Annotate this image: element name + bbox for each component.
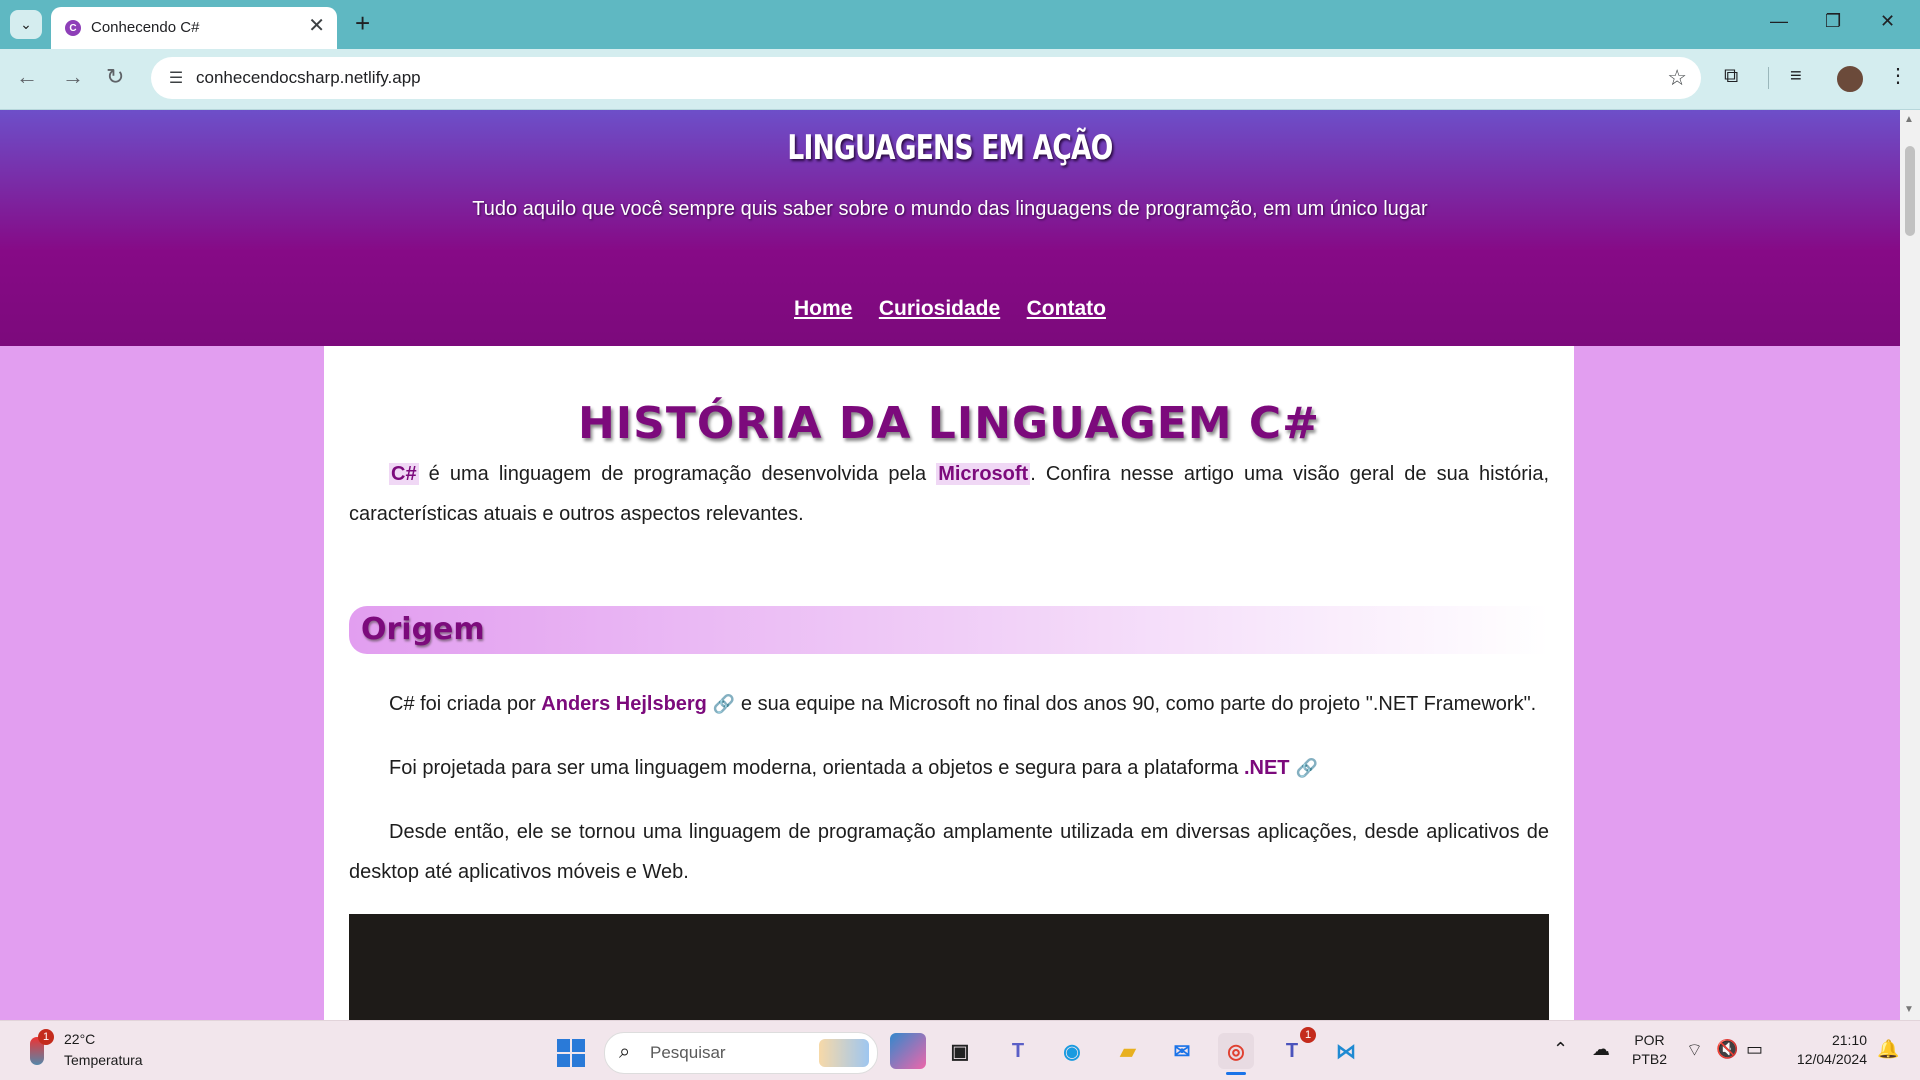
bookmark-star-icon[interactable]: ☆ xyxy=(1667,65,1687,91)
clock-date: 12/04/2024 xyxy=(1796,1051,1867,1067)
more-menu-icon[interactable]: ⋮ xyxy=(1888,63,1908,89)
dotnet-link[interactable]: .NET xyxy=(1244,757,1290,779)
section-heading-origem: Origem xyxy=(349,606,1549,654)
extensions-puzzle-icon[interactable]: ⧉ xyxy=(1724,63,1738,89)
site-favicon-icon: C xyxy=(65,20,81,36)
restore-window-button[interactable]: ❐ xyxy=(1825,11,1841,31)
origin-paragraph-1: C# foi criada por Anders Hejlsberg 🔗 e su… xyxy=(349,684,1549,724)
start-windows-icon[interactable] xyxy=(557,1039,585,1067)
keyword-microsoft: Microsoft xyxy=(936,463,1031,485)
notification-bell-icon[interactable]: 🔔 xyxy=(1877,1039,1899,1060)
browser-tab-bar: ⌄ C Conhecendo C# ✕ + — ❐ ✕ xyxy=(0,0,1920,49)
chevron-down-icon: ⌄ xyxy=(20,16,32,32)
media-queue-icon[interactable]: ≡ xyxy=(1790,63,1802,89)
p2-text-1: Foi projetada para ser uma linguagem mod… xyxy=(389,757,1244,779)
tab-search-button[interactable]: ⌄ xyxy=(10,10,42,39)
site-info-icon[interactable]: ☰ xyxy=(165,67,187,89)
search-placeholder: Pesquisar xyxy=(650,1043,726,1062)
search-icon: ⌕ xyxy=(619,1041,631,1063)
weather-label[interactable]: Temperatura xyxy=(64,1052,143,1068)
active-app-indicator xyxy=(1226,1072,1246,1075)
browser-toolbar: ← → ↻ ☰ conhecendocsharp.netlify.app ☆ ⧉… xyxy=(0,49,1920,110)
tab-title: Conhecendo C# xyxy=(91,19,200,36)
show-hidden-icons-chevron-icon[interactable]: ⌃ xyxy=(1553,1039,1568,1060)
volume-muted-icon[interactable]: 🔇 xyxy=(1716,1039,1738,1060)
back-arrow-icon[interactable]: ← xyxy=(16,65,38,89)
wifi-icon[interactable]: ⌔ xyxy=(1686,1039,1703,1062)
url-text[interactable]: conhecendocsharp.netlify.app xyxy=(196,68,421,88)
system-clock[interactable]: 21:10 12/04/2024 xyxy=(1785,1031,1867,1069)
link-icon[interactable]: 🔗 xyxy=(1296,758,1318,778)
article-title: HISTÓRIA DA LINGUAGEM C# xyxy=(577,398,1321,449)
nav-link-curiosidade[interactable]: Curiosidade xyxy=(879,297,1000,320)
minimize-window-button[interactable]: — xyxy=(1770,11,1788,31)
site-nav: Home Curiosidade Contato xyxy=(0,297,1900,321)
nav-link-contato[interactable]: Contato xyxy=(1027,297,1106,320)
keyboard-layout: PTB2 xyxy=(1632,1051,1668,1067)
close-tab-icon[interactable]: ✕ xyxy=(308,16,325,36)
intro-text-1: é uma linguagem de programação desenvolv… xyxy=(418,463,937,485)
weather-temperature[interactable]: 22°C xyxy=(64,1031,95,1047)
taskbar-search[interactable]: ⌕ Pesquisar xyxy=(604,1032,878,1074)
battery-icon[interactable]: ▭ xyxy=(1746,1039,1763,1060)
teams-badge: 1 xyxy=(1300,1027,1316,1043)
address-bar[interactable]: ☰ conhecendocsharp.netlify.app ☆ xyxy=(151,57,1701,99)
onedrive-icon[interactable]: ☁ xyxy=(1592,1039,1610,1060)
input-language[interactable]: POR PTB2 xyxy=(1632,1031,1667,1069)
anders-hejlsberg-link[interactable]: Anders Hejlsberg xyxy=(541,693,707,715)
origin-paragraph-3: Desde então, ele se tornou uma linguagem… xyxy=(349,821,1549,883)
profile-avatar[interactable] xyxy=(1835,64,1865,94)
file-explorer-icon[interactable]: ▰ xyxy=(1110,1033,1146,1069)
section-title: Origem xyxy=(361,612,485,647)
intro-paragraph: C# é uma linguagem de programação desenv… xyxy=(349,454,1549,534)
page-scrollbar[interactable]: ▲ ▼ xyxy=(1900,110,1920,1020)
copilot-icon[interactable] xyxy=(890,1033,926,1069)
origin-paragraph-2: Foi projetada para ser uma linguagem mod… xyxy=(349,748,1549,788)
weather-badge: 1 xyxy=(38,1029,54,1045)
close-window-button[interactable]: ✕ xyxy=(1880,11,1895,31)
clock-time: 21:10 xyxy=(1831,1032,1867,1048)
language-code: POR xyxy=(1634,1032,1665,1048)
link-icon[interactable]: 🔗 xyxy=(713,694,735,714)
teams-chat-icon[interactable]: T xyxy=(1000,1033,1036,1069)
p1-text-1: C# foi criada por xyxy=(389,693,542,715)
edge-browser-icon[interactable]: ◉ xyxy=(1054,1033,1090,1069)
site-subtitle: Tudo aquilo que você sempre quis saber s… xyxy=(472,198,1428,220)
chrome-icon[interactable]: ◎ xyxy=(1218,1033,1254,1075)
scroll-thumb[interactable] xyxy=(1905,146,1915,236)
article-content: HISTÓRIA DA LINGUAGEM C# C# é uma lingua… xyxy=(324,346,1574,1020)
embedded-video[interactable] xyxy=(349,914,1549,1020)
task-view-icon[interactable]: ▣ xyxy=(942,1033,978,1069)
browser-tab[interactable]: C Conhecendo C# ✕ xyxy=(51,7,337,49)
reload-icon[interactable]: ↻ xyxy=(106,65,124,89)
mail-icon[interactable]: ✉ xyxy=(1164,1033,1200,1069)
vscode-icon[interactable]: ⋈ xyxy=(1328,1033,1364,1069)
page-viewport: LINGUAGENS EM AÇÃO Tudo aquilo que você … xyxy=(0,110,1900,1020)
search-highlight-image xyxy=(819,1039,869,1067)
windows-taskbar: 1 22°C Temperatura ⌕ Pesquisar ▣ T ◉ ▰ ✉… xyxy=(0,1020,1920,1080)
new-tab-button[interactable]: + xyxy=(355,9,370,37)
teams-new-icon[interactable]: T1 xyxy=(1274,1027,1316,1069)
keyword-csharp: C# xyxy=(389,463,419,485)
site-header: LINGUAGENS EM AÇÃO Tudo aquilo que você … xyxy=(0,110,1900,346)
forward-arrow-icon[interactable]: → xyxy=(62,65,84,89)
toolbar-divider xyxy=(1768,67,1769,89)
nav-link-home[interactable]: Home xyxy=(794,297,852,320)
p1-text-2: e sua equipe na Microsoft no final dos a… xyxy=(735,693,1537,715)
site-title: LINGUAGENS EM AÇÃO xyxy=(787,128,1113,168)
scroll-up-arrow-icon[interactable]: ▲ xyxy=(1904,114,1914,125)
scroll-down-arrow-icon[interactable]: ▼ xyxy=(1904,1004,1914,1015)
